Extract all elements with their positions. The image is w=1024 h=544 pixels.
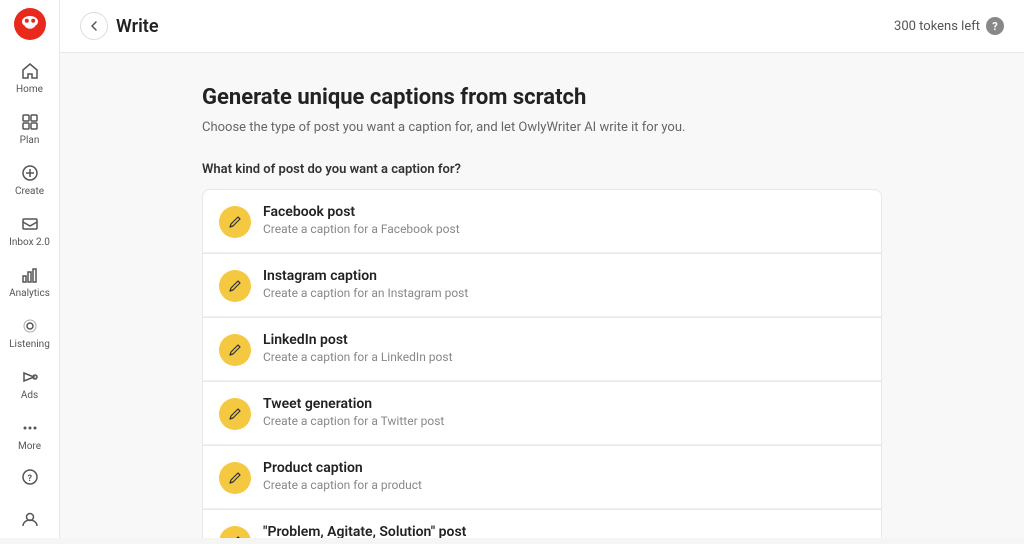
sidebar-item-create[interactable]: Create (4, 156, 56, 203)
options-list: Facebook post Create a caption for a Fac… (202, 189, 882, 539)
page-title: Write (116, 16, 159, 37)
option-title-instagram: Instagram caption (263, 268, 865, 284)
section-subtext: Choose the type of post you want a capti… (202, 118, 882, 138)
main-container: Write 300 tokens left ? Generate unique … (60, 0, 1024, 538)
sidebar-label-listening: Listening (9, 339, 50, 350)
sidebar-label-inbox: Inbox 2.0 (9, 237, 50, 248)
sidebar-item-home[interactable]: Home (4, 54, 56, 101)
sidebar-label-more: More (18, 441, 41, 452)
section-heading: Generate unique captions from scratch (202, 85, 882, 110)
option-text-problem-agitate: "Problem, Agitate, Solution" post Point … (263, 524, 865, 539)
option-text-tweet: Tweet generation Create a caption for a … (263, 396, 865, 428)
option-text-instagram: Instagram caption Create a caption for a… (263, 268, 865, 300)
option-text-facebook: Facebook post Create a caption for a Fac… (263, 204, 865, 236)
app-logo (12, 8, 48, 40)
option-icon-product (219, 462, 251, 494)
option-title-problem-agitate: "Problem, Agitate, Solution" post (263, 524, 865, 539)
sidebar: Home Plan Create Inbox 2.0 Analytics Lis… (0, 0, 60, 538)
more-icon (19, 417, 41, 439)
back-button[interactable] (80, 12, 108, 40)
option-icon-tweet (219, 398, 251, 430)
content-area: Generate unique captions from scratch Ch… (60, 53, 1024, 538)
sidebar-item-profile[interactable] (4, 502, 56, 536)
option-desc-product: Create a caption for a product (263, 478, 865, 492)
home-icon (19, 60, 41, 82)
analytics-icon (19, 264, 41, 286)
sidebar-item-ads[interactable]: Ads (4, 360, 56, 407)
sidebar-label-plan: Plan (20, 135, 40, 146)
svg-text:?: ? (27, 474, 32, 484)
content-inner: Generate unique captions from scratch Ch… (202, 85, 882, 538)
option-product[interactable]: Product caption Create a caption for a p… (202, 445, 882, 509)
option-linkedin[interactable]: LinkedIn post Create a caption for a Lin… (202, 317, 882, 381)
sidebar-item-help[interactable]: ? (4, 460, 56, 494)
sidebar-item-listening[interactable]: Listening (4, 309, 56, 356)
option-icon-instagram (219, 270, 251, 302)
question-label: What kind of post do you want a caption … (202, 162, 882, 177)
tokens-label: 300 tokens left (894, 19, 980, 34)
option-tweet[interactable]: Tweet generation Create a caption for a … (202, 381, 882, 445)
sidebar-item-inbox[interactable]: Inbox 2.0 (4, 207, 56, 254)
help-icon: ? (19, 466, 41, 488)
option-desc-facebook: Create a caption for a Facebook post (263, 222, 865, 236)
ads-icon (19, 366, 41, 388)
option-icon-linkedin (219, 334, 251, 366)
header-right: 300 tokens left ? (894, 17, 1004, 35)
option-problem-agitate[interactable]: "Problem, Agitate, Solution" post Point … (202, 509, 882, 539)
option-title-linkedin: LinkedIn post (263, 332, 865, 348)
option-instagram[interactable]: Instagram caption Create a caption for a… (202, 253, 882, 317)
inbox-icon (19, 213, 41, 235)
option-desc-linkedin: Create a caption for a LinkedIn post (263, 350, 865, 364)
option-icon-facebook (219, 206, 251, 238)
sidebar-label-create: Create (15, 186, 44, 197)
sidebar-label-analytics: Analytics (9, 288, 50, 299)
option-desc-instagram: Create a caption for an Instagram post (263, 286, 865, 300)
option-title-product: Product caption (263, 460, 865, 476)
option-desc-tweet: Create a caption for a Twitter post (263, 414, 865, 428)
option-text-linkedin: LinkedIn post Create a caption for a Lin… (263, 332, 865, 364)
sidebar-label-home: Home (16, 84, 43, 95)
create-icon (19, 162, 41, 184)
header: Write 300 tokens left ? (60, 0, 1024, 53)
option-title-facebook: Facebook post (263, 204, 865, 220)
profile-icon (19, 508, 41, 530)
plan-icon (19, 111, 41, 133)
option-text-product: Product caption Create a caption for a p… (263, 460, 865, 492)
sidebar-label-ads: Ads (21, 390, 38, 401)
header-left: Write (80, 12, 159, 40)
sidebar-item-analytics[interactable]: Analytics (4, 258, 56, 305)
sidebar-item-more[interactable]: More (4, 411, 56, 458)
sidebar-item-plan[interactable]: Plan (4, 105, 56, 152)
sidebar-bottom: ? (4, 460, 56, 544)
tokens-help-icon[interactable]: ? (986, 17, 1004, 35)
listening-icon (19, 315, 41, 337)
option-facebook[interactable]: Facebook post Create a caption for a Fac… (202, 189, 882, 253)
option-title-tweet: Tweet generation (263, 396, 865, 412)
option-icon-problem-agitate (219, 526, 251, 539)
